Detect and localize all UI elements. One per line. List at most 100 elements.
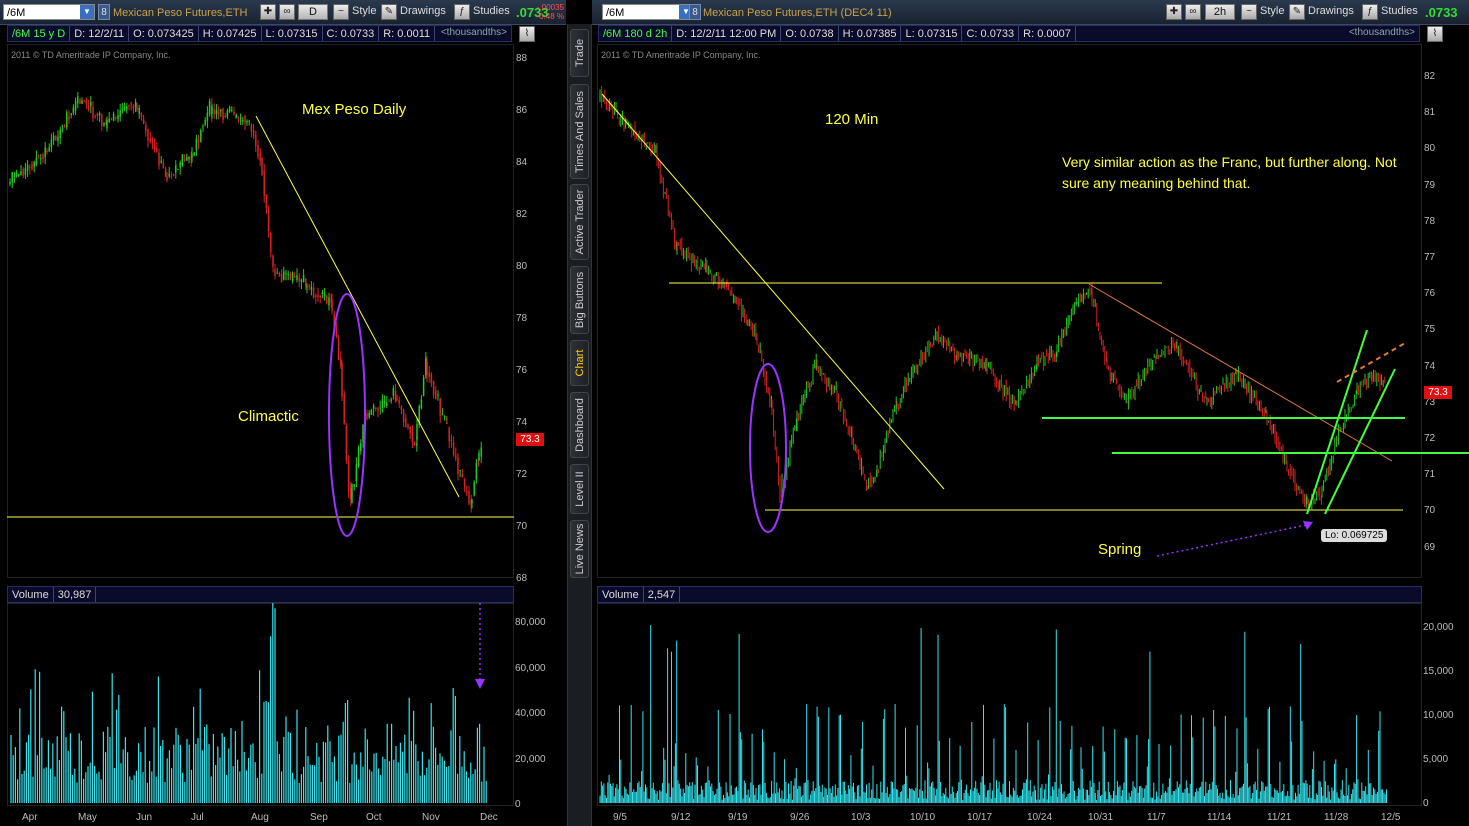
left-candle-body bbox=[337, 338, 340, 360]
chevron-down-icon[interactable]: ▼ bbox=[80, 5, 94, 19]
left-chart-settings-icon[interactable]: ⌇ bbox=[519, 26, 535, 42]
left-candle-body bbox=[341, 363, 343, 397]
left-candle-body bbox=[437, 394, 439, 396]
studies-icon[interactable]: ƒ bbox=[1362, 4, 1378, 20]
right-note-annotation: Very similar action as the Franc, but fu… bbox=[1062, 154, 1397, 191]
right-volume-value: 2,547 bbox=[644, 587, 681, 602]
side-tab-chart[interactable]: Chart bbox=[570, 340, 589, 386]
right-info-low: L: 0.07315 bbox=[901, 26, 963, 41]
right-date-tick: 9/12 bbox=[671, 812, 691, 823]
left-candle-body bbox=[294, 276, 296, 278]
left-candle-body bbox=[291, 272, 294, 281]
right-period-button[interactable]: 2h bbox=[1205, 4, 1235, 20]
left-candle-body bbox=[130, 103, 132, 105]
left-candle-body bbox=[428, 372, 430, 378]
left-period-button[interactable]: D bbox=[298, 4, 328, 20]
side-tab-live-news[interactable]: Live News bbox=[570, 520, 589, 578]
side-tab-level-ii[interactable]: Level II bbox=[570, 464, 589, 514]
right-info-high: H: 0.07385 bbox=[839, 26, 902, 41]
left-candle-body bbox=[83, 100, 85, 102]
left-candle-body bbox=[368, 412, 370, 418]
right-info-date: D: 12/2/11 12:00 PM bbox=[672, 26, 782, 41]
right-studies-button[interactable]: Studies bbox=[1381, 5, 1418, 17]
left-candle-body bbox=[231, 109, 233, 111]
left-candle-body bbox=[211, 106, 213, 114]
left-candle-body bbox=[416, 443, 418, 446]
right-link-badge[interactable]: 8 bbox=[689, 4, 701, 20]
right-price-tick: 70 bbox=[1424, 505, 1436, 517]
right-info-open: O: 0.0738 bbox=[781, 26, 839, 41]
crosshair-icon[interactable]: ✚ bbox=[1166, 4, 1182, 20]
right-price-tick: 79 bbox=[1424, 179, 1436, 191]
left-candle-body bbox=[400, 406, 403, 410]
left-volume-tick: 60,000 bbox=[515, 662, 546, 674]
left-studies-button[interactable]: Studies bbox=[473, 5, 510, 17]
left-candle-body bbox=[289, 273, 292, 280]
right-chart-settings-icon[interactable]: ⌇ bbox=[1427, 26, 1443, 42]
left-candle-body bbox=[379, 407, 381, 409]
left-date-tick: Jun bbox=[136, 812, 153, 823]
left-volume-label: Volume bbox=[8, 587, 54, 602]
left-candle-body bbox=[215, 109, 218, 114]
right-date-tick: 10/3 bbox=[851, 812, 871, 823]
left-candle-body bbox=[300, 279, 303, 283]
side-tab-big-buttons[interactable]: Big Buttons bbox=[570, 266, 589, 334]
left-candle-body bbox=[420, 399, 423, 409]
side-tab-label: Dashboard bbox=[573, 398, 586, 452]
left-info-open: O: 0.073425 bbox=[129, 26, 199, 41]
drawings-icon[interactable]: ✎ bbox=[381, 4, 397, 20]
link-icon[interactable]: ∞ bbox=[1185, 4, 1201, 20]
style-icon[interactable]: ~ bbox=[333, 4, 349, 20]
right-price-tick: 69 bbox=[1424, 541, 1436, 553]
left-candle-body bbox=[195, 138, 198, 151]
left-candle-body bbox=[357, 447, 360, 467]
side-tab-times-and-sales[interactable]: Times And Sales bbox=[570, 84, 589, 179]
side-tab-label: Chart bbox=[573, 349, 586, 377]
left-candle-body bbox=[452, 442, 455, 455]
right-price-badge: 73.3 bbox=[1424, 386, 1452, 399]
left-candle-body bbox=[177, 168, 179, 170]
left-volume-tick: 20,000 bbox=[515, 753, 546, 765]
right-symbol-field[interactable]: /6M ▼ bbox=[602, 4, 694, 20]
left-date-tick: Apr bbox=[22, 812, 38, 823]
side-tab-active-trader[interactable]: Active Trader bbox=[570, 184, 589, 260]
right-price-tick: 75 bbox=[1424, 324, 1436, 336]
left-candle-body bbox=[257, 145, 259, 157]
left-pct-change: -0.48 % bbox=[536, 12, 564, 21]
right-drawings-button[interactable]: Drawings bbox=[1308, 5, 1354, 17]
link-icon[interactable]: ∞ bbox=[279, 4, 295, 20]
left-date-tick: Dec bbox=[480, 812, 498, 823]
side-tab-trade[interactable]: Trade bbox=[570, 29, 589, 77]
right-style-button[interactable]: Style bbox=[1260, 5, 1284, 17]
right-price-tick: 71 bbox=[1424, 469, 1436, 481]
left-drawings-button[interactable]: Drawings bbox=[400, 5, 446, 17]
left-candle-body bbox=[24, 168, 27, 176]
left-candle-body bbox=[459, 470, 461, 472]
left-candle-body bbox=[351, 484, 353, 504]
left-candle-body bbox=[233, 111, 235, 115]
left-toolbar: /6M ▼ 8 Mexican Peso Futures,ETH ✚ ∞ D ~ … bbox=[0, 0, 566, 25]
left-symbol-field[interactable]: /6M ▼ bbox=[3, 4, 95, 20]
right-date-tick: 9/19 bbox=[728, 812, 748, 823]
left-link-badge[interactable]: 8 bbox=[98, 4, 110, 20]
left-candle-body bbox=[443, 416, 446, 418]
left-candle-body bbox=[136, 105, 138, 110]
left-candle-body bbox=[252, 130, 255, 137]
drawings-icon[interactable]: ✎ bbox=[1289, 4, 1305, 20]
left-candle-body bbox=[381, 399, 384, 408]
left-price-tick: 74 bbox=[516, 417, 528, 428]
style-icon[interactable]: ~ bbox=[1241, 4, 1257, 20]
left-candle-body bbox=[170, 176, 173, 178]
left-candle-body bbox=[20, 171, 22, 176]
side-tab-dashboard[interactable]: Dashboard bbox=[570, 392, 589, 458]
left-candle-body bbox=[226, 110, 229, 118]
left-candle-body bbox=[193, 152, 195, 156]
left-candle-body bbox=[343, 393, 345, 424]
right-toolbar: /6M ▼ 8 Mexican Peso Futures,ETH (DEC4 11… bbox=[592, 0, 1469, 25]
left-candle-body bbox=[475, 462, 478, 480]
right-price-tick: 78 bbox=[1424, 215, 1436, 227]
crosshair-icon[interactable]: ✚ bbox=[260, 4, 276, 20]
left-style-button[interactable]: Style bbox=[352, 5, 376, 17]
studies-icon[interactable]: ƒ bbox=[454, 4, 470, 20]
left-date-tick: Sep bbox=[310, 812, 328, 823]
